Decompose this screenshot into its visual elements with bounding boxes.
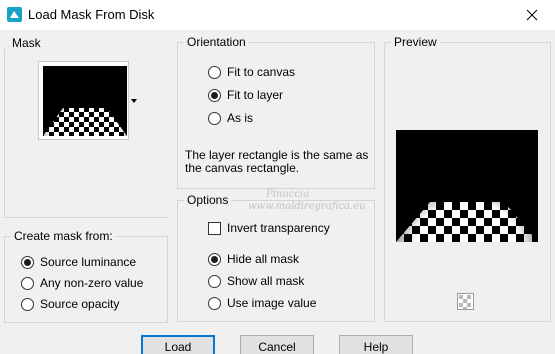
mask-dropdown-arrow-icon[interactable] <box>131 99 137 103</box>
mask-thumbnail-image <box>43 66 127 136</box>
preview-group-title: Preview <box>391 35 440 49</box>
radio-label: Source opacity <box>40 297 120 311</box>
radio-fit-to-layer[interactable]: Fit to layer <box>208 88 283 102</box>
cancel-button-label: Cancel <box>258 340 296 354</box>
help-button-label: Help <box>363 340 389 354</box>
radio-label: Source luminance <box>40 255 137 269</box>
radio-label: As is <box>227 111 254 125</box>
radio-label: Fit to layer <box>227 88 284 102</box>
load-button[interactable]: Load <box>141 335 215 354</box>
radio-label: Fit to canvas <box>227 65 296 79</box>
checkbox-label: Invert transparency <box>227 221 330 235</box>
cancel-button[interactable]: Cancel <box>240 335 314 354</box>
radio-as-is[interactable]: As is <box>208 111 253 125</box>
radio-button <box>208 65 221 79</box>
mask-group-title: Mask <box>9 36 44 50</box>
create-mask-group-title: Create mask from: <box>11 229 116 243</box>
options-group-title: Options <box>184 193 232 207</box>
checkbox-box <box>208 221 221 235</box>
radio-button <box>21 297 34 311</box>
orientation-info-text: The layer rectangle is the same as the c… <box>185 149 368 175</box>
radio-button <box>208 88 221 102</box>
radio-any-non-zero-value[interactable]: Any non-zero value <box>21 276 143 290</box>
radio-use-image-value[interactable]: Use image value <box>208 296 316 310</box>
radio-label: Show all mask <box>227 274 305 288</box>
radio-source-luminance[interactable]: Source luminance <box>21 255 136 269</box>
orientation-info-line2: the canvas rectangle. <box>185 161 300 175</box>
load-button-label: Load <box>164 340 192 354</box>
title-bar: Load Mask From Disk <box>0 0 555 30</box>
radio-button <box>208 274 221 288</box>
app-icon <box>7 7 22 22</box>
radio-button <box>208 296 221 310</box>
radio-label: Any non-zero value <box>40 276 144 290</box>
orientation-group-title: Orientation <box>184 35 249 49</box>
help-button[interactable]: Help <box>339 335 413 354</box>
radio-button <box>21 255 34 269</box>
close-icon <box>526 9 538 21</box>
radio-hide-all-mask[interactable]: Hide all mask <box>208 252 299 266</box>
mask-thumbnail[interactable] <box>38 61 129 140</box>
radio-label: Hide all mask <box>227 252 300 266</box>
radio-fit-to-canvas[interactable]: Fit to canvas <box>208 65 295 79</box>
radio-button <box>21 276 34 290</box>
checkbox-invert-transparency[interactable]: Invert transparency <box>208 221 330 235</box>
radio-source-opacity[interactable]: Source opacity <box>21 297 119 311</box>
transparency-pattern-icon[interactable] <box>457 293 474 310</box>
window-title: Load Mask From Disk <box>28 7 155 22</box>
close-button[interactable] <box>509 0 555 30</box>
radio-button <box>208 252 221 266</box>
radio-label: Use image value <box>227 296 317 310</box>
preview-image <box>396 130 538 242</box>
radio-show-all-mask[interactable]: Show all mask <box>208 274 304 288</box>
radio-button <box>208 111 221 125</box>
